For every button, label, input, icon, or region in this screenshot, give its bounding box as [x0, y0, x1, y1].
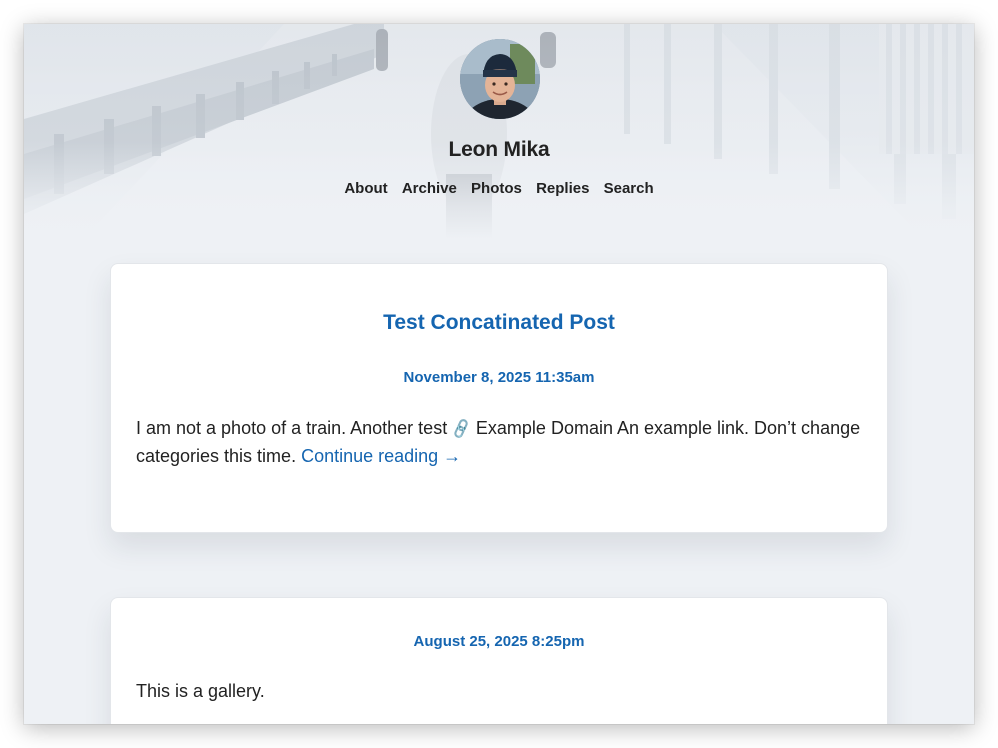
browser-viewport: Leon Mika About Archive Photos Replies S…	[24, 24, 974, 724]
post-excerpt-text: I am not a photo of a train. Another tes…	[136, 418, 448, 438]
nav-replies[interactable]: Replies	[536, 180, 589, 197]
site-title[interactable]: Leon Mika	[24, 138, 974, 162]
nav-photos[interactable]: Photos	[471, 180, 522, 197]
post-card: Test Concatinated Post November 8, 2025 …	[110, 263, 888, 533]
nav-search[interactable]: Search	[604, 180, 654, 197]
avatar[interactable]	[460, 39, 540, 119]
post-excerpt: I am not a photo of a train. Another tes…	[136, 415, 871, 470]
continue-reading-link[interactable]: Continue reading →	[301, 446, 461, 466]
post-title[interactable]: Test Concatinated Post	[111, 311, 887, 335]
nav-about[interactable]: About	[344, 180, 387, 197]
main-navigation: About Archive Photos Replies Search	[24, 180, 974, 197]
nav-archive[interactable]: Archive	[402, 180, 457, 197]
post-excerpt: This is a gallery.	[136, 681, 265, 701]
post-date[interactable]: August 25, 2025 8:25pm	[111, 633, 887, 650]
post-card: August 25, 2025 8:25pm This is a gallery…	[110, 597, 888, 724]
post-date[interactable]: November 8, 2025 11:35am	[111, 369, 887, 386]
avatar-photo	[460, 39, 540, 119]
